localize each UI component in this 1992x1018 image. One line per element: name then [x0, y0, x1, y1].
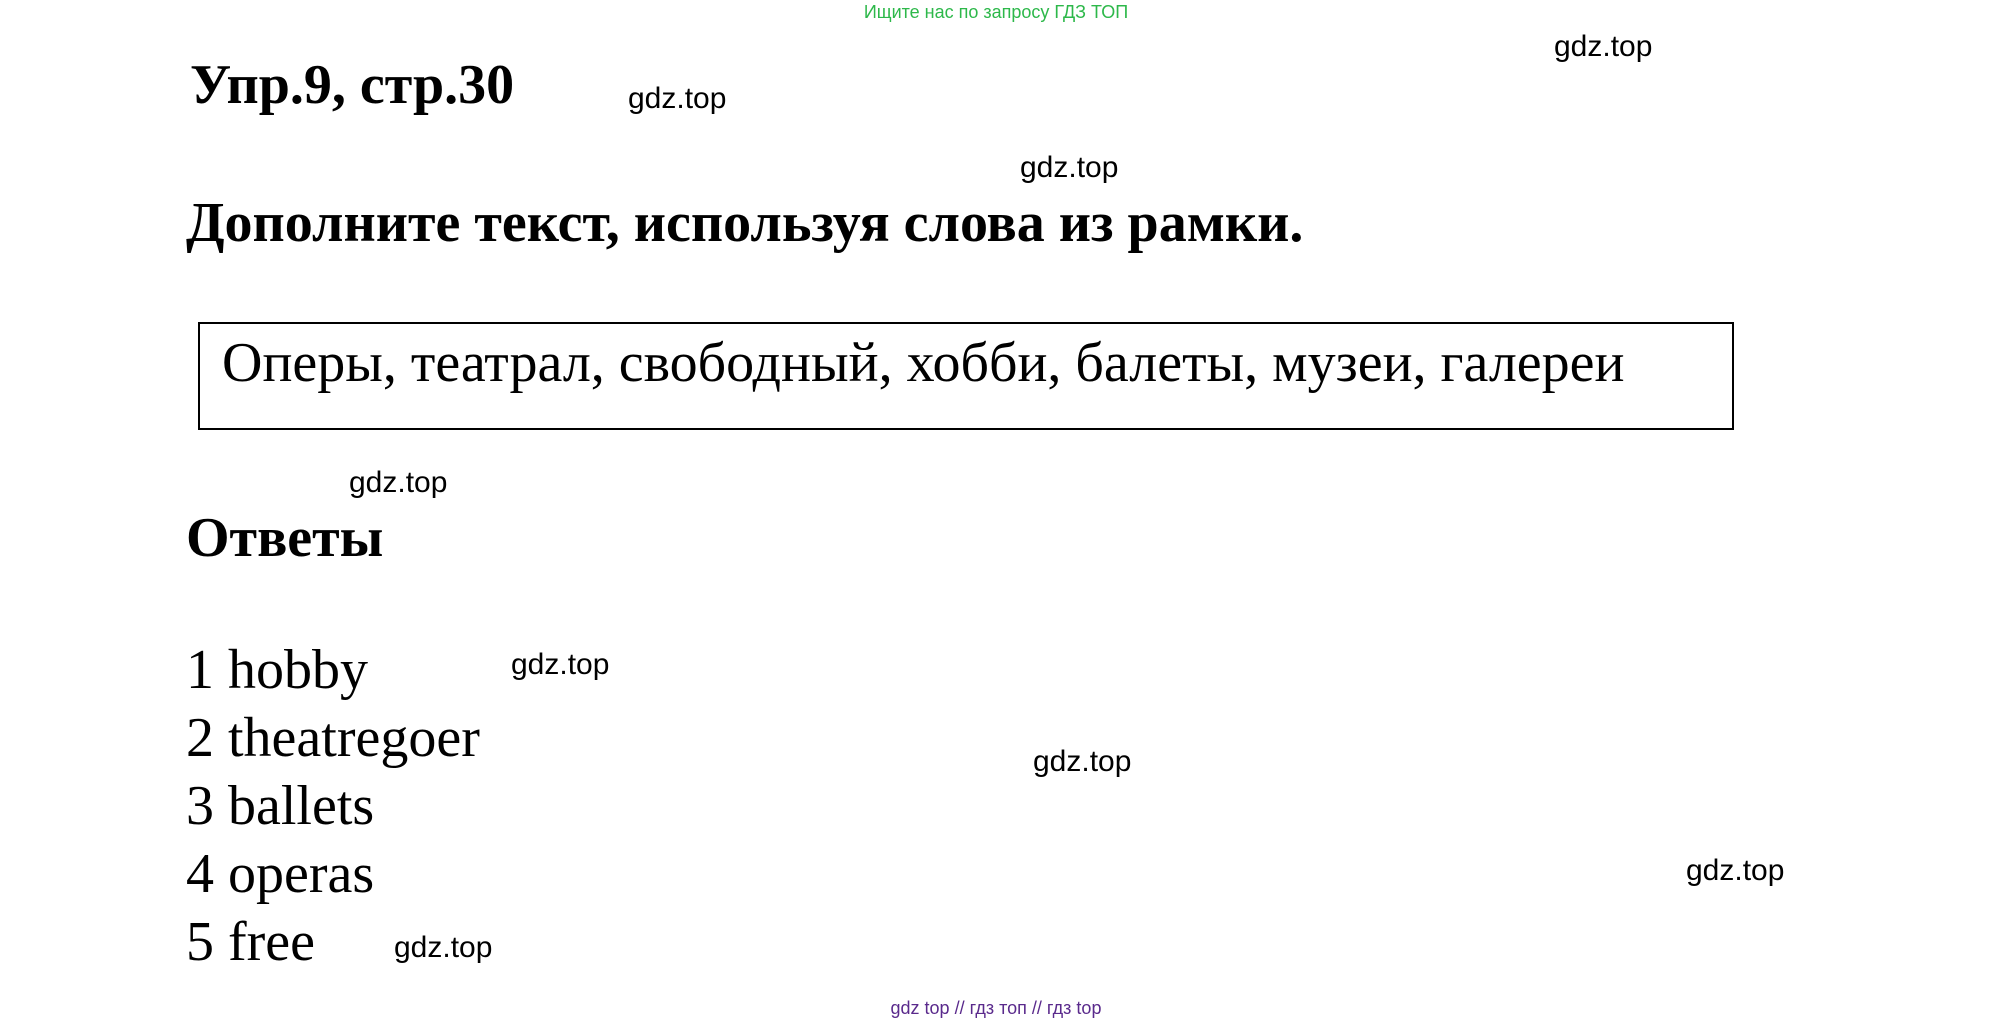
footer-link-gdz-top-mixed[interactable]: гдз top	[1047, 998, 1102, 1018]
watermark: gdz.top	[1020, 151, 1119, 184]
top-banner-text: Ищите нас по запросу ГДЗ ТОП	[863, 2, 1129, 22]
watermark: gdz.top	[394, 931, 493, 964]
answer-item: 2 theatregoer	[186, 707, 480, 769]
answer-list: 1 hobby 2 theatregoer 3 ballets 4 operas…	[186, 636, 480, 976]
footer-links: gdz top // гдз топ // гдз top	[0, 998, 1992, 1018]
word-box: Оперы, театрал, свободный, хобби, балеты…	[198, 322, 1734, 430]
watermark: gdz.top	[1686, 854, 1785, 887]
watermark: gdz.top	[511, 648, 610, 681]
footer-link-gdz-top-ru[interactable]: гдз топ	[970, 998, 1027, 1018]
watermark: gdz.top	[628, 82, 727, 115]
watermark: gdz.top	[349, 466, 448, 499]
watermark: gdz.top	[1033, 745, 1132, 778]
footer-separator: //	[949, 998, 970, 1018]
answers-title: Ответы	[186, 507, 384, 569]
answer-item: 3 ballets	[186, 775, 375, 837]
footer-link-gdz-top[interactable]: gdz top	[891, 998, 950, 1018]
task-title: Дополните текст, используя слова из рамк…	[186, 192, 1304, 254]
word-box-text: Оперы, театрал, свободный, хобби, балеты…	[222, 332, 1625, 394]
answer-item: 1 hobby	[186, 639, 368, 701]
watermark: gdz.top	[1554, 30, 1653, 63]
answer-item: 4 operas	[186, 843, 375, 905]
exercise-title: Упр.9, стр.30	[190, 54, 515, 116]
footer-separator: //	[1026, 998, 1047, 1018]
